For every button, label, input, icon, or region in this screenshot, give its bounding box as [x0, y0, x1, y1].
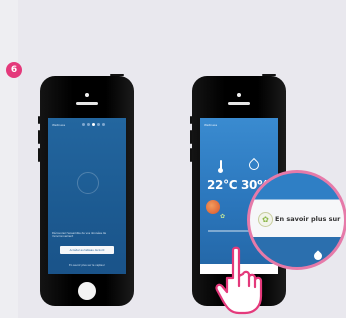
dashboard-button[interactable]: Accéder au tableau de bord — [60, 246, 114, 254]
power-button — [262, 74, 276, 76]
tap-hand-icon — [215, 246, 263, 315]
page-dot[interactable] — [87, 123, 90, 126]
mute-switch — [190, 116, 192, 124]
phone-onboarding: Wellness Découvrez l'ensemble de vos don… — [38, 74, 134, 306]
water-drop-icon — [312, 250, 324, 262]
home-button[interactable] — [78, 282, 96, 300]
page-dot-active[interactable] — [92, 123, 95, 126]
status-indicator-icon — [206, 200, 220, 214]
page-dot[interactable] — [102, 123, 105, 126]
page-indicator — [82, 123, 105, 126]
volume-up-button — [38, 130, 40, 144]
temperature-value: 22°C — [207, 178, 238, 192]
power-button — [110, 74, 124, 76]
front-camera — [237, 93, 241, 97]
page-dot[interactable] — [82, 123, 85, 126]
volume-down-button — [190, 148, 192, 162]
learn-more-link[interactable]: En savoir plus sur le capteur — [48, 264, 126, 267]
thermometer-icon — [218, 160, 223, 173]
step-badge: 6 — [6, 62, 22, 78]
phone-screen: Wellness Découvrez l'ensemble de vos don… — [48, 118, 126, 274]
app-header: Wellness — [52, 123, 66, 127]
page-dot[interactable] — [97, 123, 100, 126]
volume-down-button — [38, 148, 40, 162]
humidity-drop-icon — [246, 157, 262, 173]
learn-more-label[interactable]: En savoir plus sur — [275, 215, 340, 223]
earpiece-speaker — [228, 102, 250, 105]
mute-switch — [38, 116, 40, 124]
earpiece-speaker — [76, 102, 98, 105]
front-camera — [85, 93, 89, 97]
leaf-icon: ✿ — [220, 213, 226, 220]
leaf-badge-icon: ✿ — [258, 212, 273, 227]
volume-up-button — [190, 130, 192, 144]
onboarding-text: Découvrez l'ensemble de vos données de l… — [52, 232, 107, 239]
app-header: Wellness — [204, 123, 218, 127]
loading-circle-icon — [77, 172, 99, 194]
